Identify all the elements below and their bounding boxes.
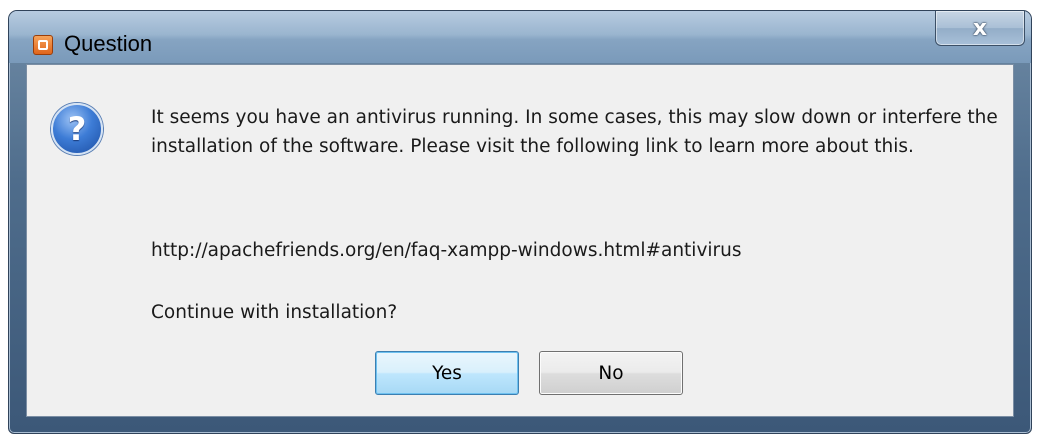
dialog-content: ? It seems you have an antivirus running… <box>26 64 1014 417</box>
faq-link-text: http://apachefriends.org/en/faq-xampp-wi… <box>151 240 742 261</box>
question-icon: ? <box>51 103 103 155</box>
close-button[interactable]: x <box>935 11 1025 46</box>
message-text: It seems you have an antivirus running. … <box>151 107 998 157</box>
question-dialog: Question x ? It seems you have an antivi… <box>8 10 1032 434</box>
question-mark-glyph: ? <box>67 110 87 148</box>
title-bar[interactable]: Question x <box>9 11 1031 63</box>
xampp-app-icon <box>33 35 53 55</box>
window-title: Question <box>64 31 153 56</box>
no-button[interactable]: No <box>539 351 683 395</box>
close-icon: x <box>972 15 988 41</box>
continue-prompt: Continue with installation? <box>151 302 398 323</box>
yes-button[interactable]: Yes <box>375 351 519 395</box>
